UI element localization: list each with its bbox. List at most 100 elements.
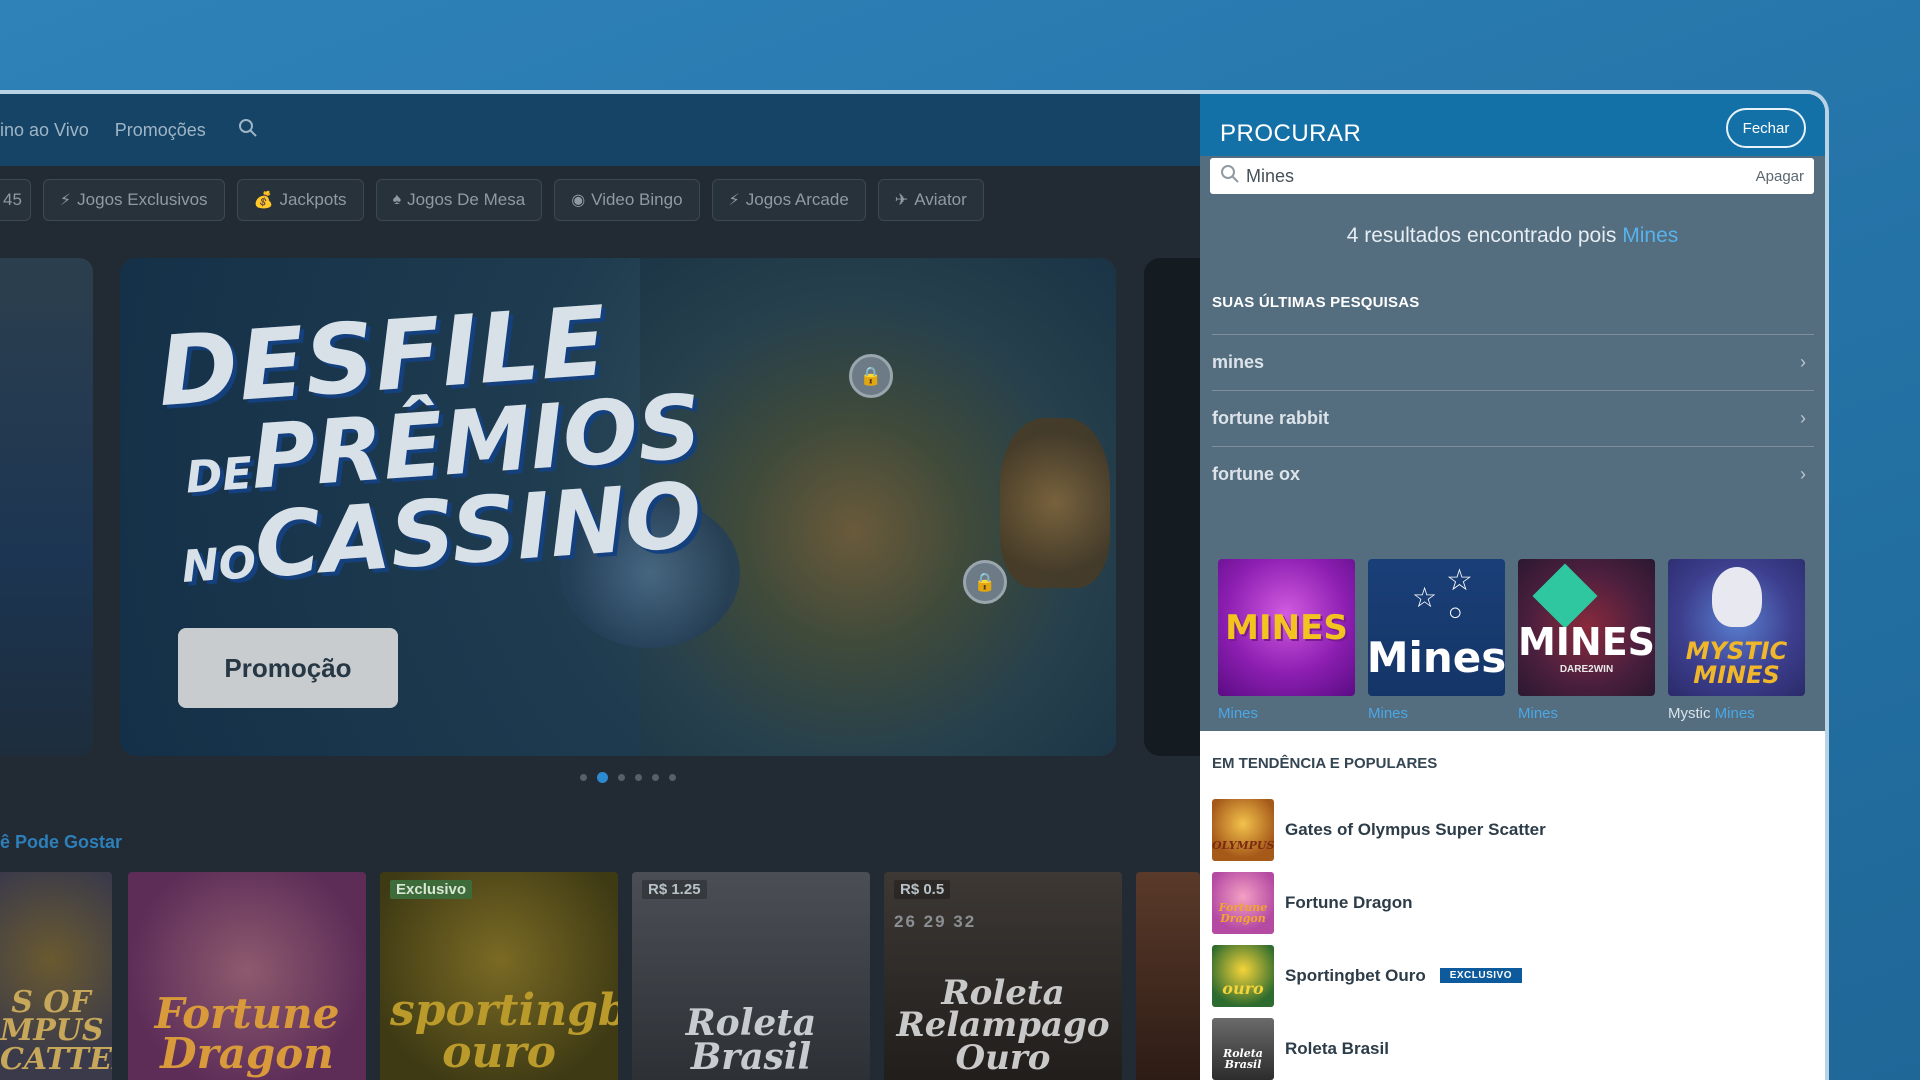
- game-card-title: Roleta Brasil: [685, 1001, 817, 1078]
- tile-caption-prefix: Mystic: [1668, 705, 1715, 722]
- category-aviator[interactable]: ✈ Aviator: [877, 179, 984, 221]
- game-card-title: sportingbetouro: [390, 985, 618, 1079]
- result-tile-mines-dare2win[interactable]: MINES DARE2WIN Mines: [1518, 559, 1655, 722]
- trending-item[interactable]: Roleta Brasil Roleta Brasil: [1212, 1012, 1546, 1080]
- exclusive-badge: EXCLUSIVO: [1439, 968, 1523, 983]
- diamond-icon: [1532, 563, 1598, 629]
- result-tile-mines[interactable]: MINES Mines: [1218, 559, 1355, 722]
- search-panel-title: PROCURAR: [1220, 120, 1362, 147]
- carousel-dot[interactable]: [580, 774, 587, 781]
- carousel-dot[interactable]: [652, 774, 659, 781]
- tile-art-text: Mines: [1368, 633, 1505, 682]
- category-label: Video Bingo: [591, 190, 683, 209]
- category-label: Jogos Arcade: [745, 190, 849, 209]
- recent-searches-title: SUAS ÚLTIMAS PESQUISAS: [1212, 294, 1420, 311]
- game-card-fortune-dragon[interactable]: Fortune Dragon: [128, 872, 366, 1080]
- results-count-text: 4 resultados encontrado pois: [1346, 224, 1623, 247]
- roulette-numbers: 26 29 32: [894, 912, 977, 931]
- nav-live-casino[interactable]: ino ao Vivo: [0, 120, 89, 141]
- search-icon: [1220, 164, 1246, 189]
- category-video-bingo[interactable]: ◉ Video Bingo: [554, 179, 700, 221]
- category-jogos-arcade[interactable]: ⚡ Jogos Arcade: [711, 179, 866, 221]
- carousel-dot[interactable]: [618, 774, 625, 781]
- game-card-olympus[interactable]: S OFMPUSCATTER: [0, 872, 112, 1080]
- game-thumbnail: OLYMPUS: [1212, 798, 1274, 861]
- category-chip-count[interactable]: 45: [0, 179, 31, 221]
- tile-caption: Mines: [1518, 705, 1655, 722]
- results-term: Mines: [1622, 224, 1679, 247]
- result-tile-mines-2[interactable]: ☆ ☆ ○ Mines Mines: [1368, 559, 1505, 722]
- trending-item[interactable]: Fortune Dragon Fortune Dragon: [1212, 866, 1546, 939]
- game-card-roleta-brasil[interactable]: R$ 1.25 Roleta Brasil: [632, 872, 870, 1080]
- category-jogos-exclusivos[interactable]: ⚡ Jogos Exclusivos: [42, 179, 225, 221]
- tile-caption-highlight: Mines: [1368, 705, 1409, 722]
- banner-title-small: NO: [180, 536, 258, 594]
- search-bar: Apagar: [1210, 158, 1814, 194]
- close-button[interactable]: Fechar: [1726, 108, 1806, 148]
- category-bar: 45 ⚡ Jogos Exclusivos 💰 Jackpots ♠ Jogos De…: [0, 178, 984, 222]
- plane-icon: ✈: [894, 192, 909, 209]
- tile-art-subtext: DARE2WIN: [1559, 664, 1614, 675]
- bolt-icon: ⚡: [59, 192, 72, 209]
- lock-icon: 🔒: [963, 560, 1007, 604]
- price-tag: R$ 0.5: [894, 880, 951, 899]
- carousel-dot-active[interactable]: [597, 772, 608, 783]
- thumbnail-text: Fortune Dragon: [1218, 900, 1268, 925]
- trending-item[interactable]: OLYMPUS Gates of Olympus Super Scatter: [1212, 793, 1546, 866]
- tile-caption: Mines: [1368, 705, 1505, 722]
- trending-title: EM TENDÊNCIA E POPULARES: [1212, 755, 1438, 772]
- banner-previous-slide[interactable]: [0, 258, 93, 756]
- recent-search-label: fortune rabbit: [1212, 408, 1329, 428]
- chevron-right-icon: ›: [1800, 352, 1806, 372]
- game-thumbnail: MINES DARE2WIN: [1518, 559, 1655, 696]
- bolt-icon: ⚡: [728, 192, 740, 209]
- tile-caption-highlight: Mines: [1714, 705, 1755, 722]
- category-label: Jackpots: [279, 190, 347, 209]
- recent-search-item[interactable]: fortune ox ›: [1212, 446, 1814, 502]
- recent-search-label: mines: [1212, 352, 1265, 372]
- recent-search-item[interactable]: mines ›: [1212, 334, 1814, 390]
- price-tag: R$ 1.25: [642, 880, 707, 899]
- cards-icon: ♠: [392, 191, 402, 208]
- search-input[interactable]: [1246, 165, 1756, 187]
- carousel-dot[interactable]: [669, 774, 676, 781]
- category-label: Aviator: [914, 190, 967, 209]
- browser-window: ino ao Vivo Promoções 45 ⚡ Jogos Exclusiv…: [0, 90, 1829, 1080]
- category-jackpots[interactable]: 💰 Jackpots: [236, 179, 364, 221]
- category-jogos-de-mesa[interactable]: ♠ Jogos De Mesa: [375, 179, 543, 221]
- bomb-icon: ○: [1448, 599, 1463, 626]
- star-icon: ☆: [1446, 564, 1473, 597]
- results-summary: 4 resultados encontrado pois Mines: [1200, 224, 1825, 248]
- banner-next-slide[interactable]: [1144, 258, 1200, 756]
- tile-caption-highlight: Mines: [1518, 705, 1559, 722]
- clear-search-button[interactable]: Apagar: [1756, 168, 1804, 185]
- game-thumbnail: MYSTIC MINES: [1668, 559, 1805, 696]
- tile-art-text: MINES: [1225, 607, 1348, 648]
- trending-section: EM TENDÊNCIA E POPULARES OLYMPUS Gates o…: [1200, 731, 1825, 1080]
- casino-site-background: ino ao Vivo Promoções 45 ⚡ Jogos Exclusiv…: [0, 94, 1200, 1080]
- trending-item-name: Sportingbet Ouro: [1285, 965, 1426, 985]
- trending-item-name: Gates of Olympus Super Scatter: [1285, 819, 1546, 839]
- promo-banner[interactable]: 🔒 🔒 DESFILE DEPRÊMIOS NOCASSINO Promoção: [120, 258, 1116, 756]
- tiger-art: [1000, 418, 1110, 588]
- carousel-dot[interactable]: [635, 774, 642, 781]
- tile-caption: Mystic Mines: [1668, 705, 1805, 722]
- game-thumbnail: ouro: [1212, 944, 1274, 1007]
- game-thumbnail: Fortune Dragon: [1212, 871, 1274, 934]
- trending-list: OLYMPUS Gates of Olympus Super Scatter F…: [1212, 793, 1546, 1080]
- result-tile-mystic-mines[interactable]: MYSTIC MINES Mystic Mines: [1668, 559, 1805, 722]
- game-card-title: Roleta Relampago Ouro: [896, 973, 1110, 1078]
- nav-promotions[interactable]: Promoções: [115, 120, 206, 141]
- search-icon[interactable]: [238, 118, 258, 143]
- recent-search-item[interactable]: fortune rabbit ›: [1212, 390, 1814, 446]
- moneybag-icon: 💰: [253, 192, 274, 209]
- game-card-title: Fortune Dragon: [154, 989, 340, 1079]
- thumbnail-text: Roleta Brasil: [1223, 1046, 1263, 1071]
- recommended-section-title: ê Pode Gostar: [0, 832, 123, 852]
- promo-button[interactable]: Promoção: [178, 628, 398, 708]
- game-card-roleta-relampago[interactable]: R$ 0.5 26 29 32 Roleta Relampago Ouro: [884, 872, 1122, 1080]
- game-card-partial[interactable]: [1136, 872, 1200, 1080]
- game-card-sportingbet-ouro[interactable]: Exclusivo sportingbetouro: [380, 872, 618, 1080]
- trending-item[interactable]: ouro Sportingbet Ouro EXCLUSIVO: [1212, 939, 1546, 1012]
- tile-art-text: MYSTIC MINES: [1685, 636, 1788, 689]
